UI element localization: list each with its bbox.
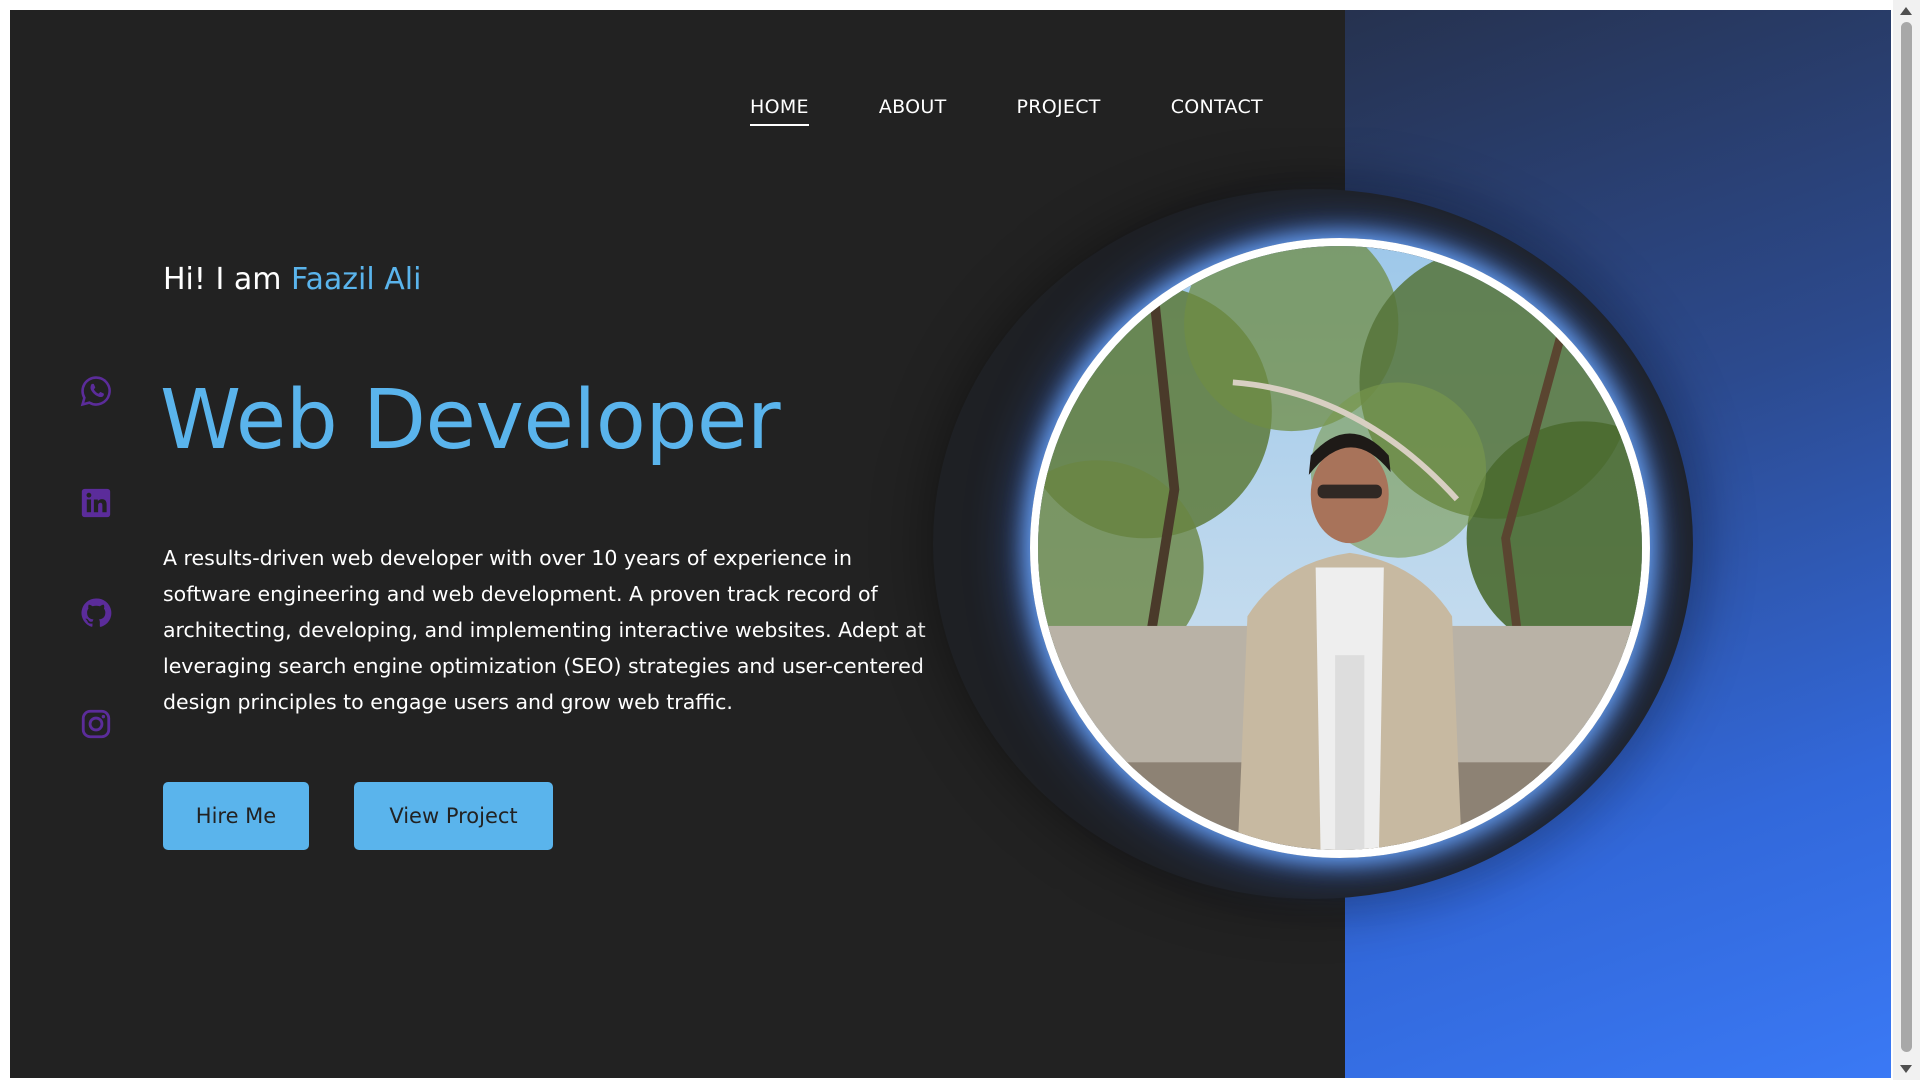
main-nav: HOME ABOUT PROJECT CONTACT: [750, 96, 1263, 126]
github-link[interactable]: [68, 585, 124, 641]
nav-home-link[interactable]: HOME: [750, 96, 809, 126]
instagram-link[interactable]: [68, 696, 124, 752]
vertical-scrollbar[interactable]: [1893, 0, 1920, 1080]
scroll-up-icon[interactable]: [1900, 7, 1912, 15]
hero-title: Web Developer: [160, 373, 781, 468]
linkedin-icon: [81, 488, 111, 518]
greeting-prefix: Hi! I am: [163, 262, 291, 297]
nav-about-link[interactable]: ABOUT: [879, 96, 947, 126]
view-project-button[interactable]: View Project: [354, 782, 553, 850]
scrollbar-thumb[interactable]: [1901, 22, 1912, 1052]
whatsapp-link[interactable]: [68, 363, 124, 419]
github-icon: [81, 598, 112, 627]
instagram-icon: [81, 709, 111, 739]
profile-photo-image: [1038, 246, 1642, 850]
nav-contact-link[interactable]: CONTACT: [1171, 96, 1263, 126]
profile-photo: [1030, 238, 1650, 858]
scroll-down-icon[interactable]: [1900, 1065, 1912, 1073]
nav-project-link[interactable]: PROJECT: [1017, 96, 1101, 126]
whatsapp-icon: [80, 376, 111, 407]
hero-greeting: Hi! I am Faazil Ali: [163, 262, 421, 297]
page-viewport: HOME ABOUT PROJECT CONTACT Hi! I am Faaz…: [10, 10, 1891, 1078]
hire-me-button[interactable]: Hire Me: [163, 782, 309, 850]
hero-name: Faazil Ali: [290, 262, 422, 297]
hero-description: A results-driven web developer with over…: [163, 546, 926, 714]
linkedin-link[interactable]: [68, 475, 124, 531]
